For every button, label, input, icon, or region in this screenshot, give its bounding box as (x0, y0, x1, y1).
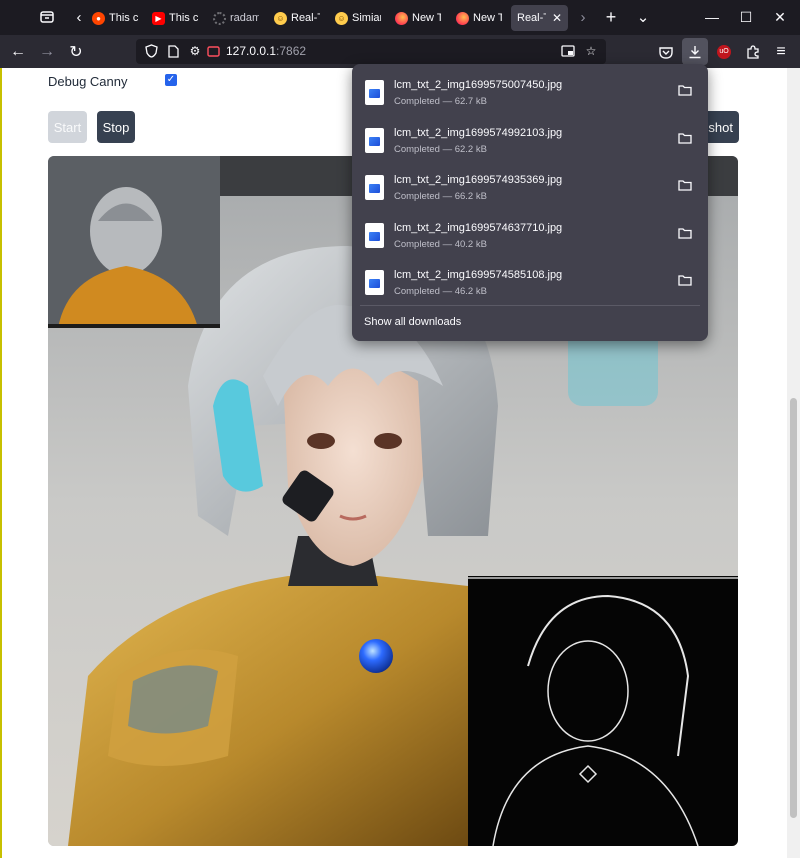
download-item[interactable]: lcm_txt_2_img1699574585108.jpg Completed… (352, 261, 708, 308)
minimize-icon[interactable]: — (700, 6, 724, 28)
picture-in-picture-icon[interactable] (560, 43, 576, 59)
download-filename: lcm_txt_2_img1699574585108.jpg (394, 269, 563, 281)
page-scrollbar[interactable] (787, 68, 800, 858)
scroll-tabs-right-icon[interactable]: › (572, 6, 594, 28)
stop-button[interactable]: Stop (97, 111, 135, 143)
tab-bar: ‹ ● This c ▶ This c radam ☺ Real-T ☺ Sim… (0, 0, 800, 35)
download-filename: lcm_txt_2_img1699574992103.jpg (394, 127, 563, 139)
new-tab-icon[interactable]: + (600, 6, 622, 28)
firefox-view-icon[interactable] (36, 6, 58, 28)
download-filename: lcm_txt_2_img1699574935369.jpg (394, 174, 563, 186)
permissions-icon[interactable]: ⚙ (187, 43, 203, 59)
firefox-icon (395, 11, 408, 25)
download-status: Completed — 40.2 kB (394, 239, 487, 250)
tab-simian[interactable]: ☺ Simian (335, 5, 381, 31)
close-window-icon[interactable]: ✕ (768, 6, 792, 28)
tab-label: This c (169, 12, 198, 24)
image-file-icon (365, 80, 384, 105)
tab-label: New T (473, 12, 502, 24)
download-item[interactable]: lcm_txt_2_img1699574992103.jpg Completed… (352, 119, 708, 166)
open-folder-icon[interactable] (678, 131, 694, 147)
reddit-icon: ● (92, 11, 105, 25)
ublock-origin-icon[interactable]: uO (712, 40, 736, 64)
close-tab-icon[interactable]: ✕ (552, 11, 562, 25)
tab-label: Real-Ti (517, 12, 546, 24)
open-folder-icon[interactable] (678, 273, 694, 289)
download-filename: lcm_txt_2_img1699575007450.jpg (394, 79, 563, 91)
tracking-shield-icon[interactable] (143, 43, 159, 59)
reload-icon[interactable]: ↻ (64, 40, 88, 64)
bookmark-star-icon[interactable]: ☆ (583, 43, 599, 59)
tab-label: This c (109, 12, 138, 24)
window-edge (0, 68, 2, 858)
download-filename: lcm_txt_2_img1699574637710.jpg (394, 222, 563, 234)
url-text[interactable]: 127.0.0.1:7862 (226, 44, 306, 58)
downloads-panel: lcm_txt_2_img1699575007450.jpg Completed… (352, 64, 708, 341)
open-folder-icon[interactable] (678, 83, 694, 99)
tab-real-time-active[interactable]: Real-Ti ✕ (511, 5, 568, 31)
download-status: Completed — 66.2 kB (394, 191, 487, 202)
scroll-thumb[interactable] (790, 398, 797, 818)
forward-icon[interactable]: → (35, 40, 59, 64)
github-icon (213, 11, 226, 25)
tab-youtube[interactable]: ▶ This c (152, 5, 198, 31)
downloads-icon[interactable] (682, 38, 708, 65)
list-all-tabs-icon[interactable]: ⌄ (632, 6, 654, 28)
tab-label: radam (230, 12, 259, 24)
tab-reddit[interactable]: ● This c (92, 5, 138, 31)
app-menu-icon[interactable]: ≡ (769, 40, 793, 64)
tab-new-tab-2[interactable]: New T (456, 5, 502, 31)
firefox-icon (456, 11, 469, 25)
pocket-icon[interactable] (654, 40, 678, 64)
show-all-downloads-link[interactable]: Show all downloads (364, 316, 461, 328)
open-folder-icon[interactable] (678, 226, 694, 242)
download-item[interactable]: lcm_txt_2_img1699574935369.jpg Completed… (352, 166, 708, 213)
tab-real-time-1[interactable]: ☺ Real-T (274, 5, 320, 31)
image-file-icon (365, 128, 384, 153)
debug-canny-label: Debug Canny (48, 74, 128, 89)
download-status: Completed — 46.2 kB (394, 286, 487, 297)
scroll-tabs-left-icon[interactable]: ‹ (68, 6, 90, 28)
tab-new-tab-1[interactable]: New T (395, 5, 441, 31)
address-bar[interactable]: ⚙ 127.0.0.1:7862 ☆ (136, 39, 606, 64)
tab-github[interactable]: radam (213, 5, 259, 31)
download-item[interactable]: lcm_txt_2_img1699575007450.jpg Completed… (352, 71, 708, 118)
extensions-icon[interactable] (741, 40, 765, 64)
download-item[interactable]: lcm_txt_2_img1699574637710.jpg Completed… (352, 214, 708, 261)
url-host: 127.0.0.1 (226, 44, 277, 58)
download-status: Completed — 62.7 kB (394, 96, 487, 107)
youtube-icon: ▶ (152, 11, 165, 25)
tab-label: New T (412, 12, 441, 24)
tab-label: Real-T (291, 12, 320, 24)
huggingface-icon: ☺ (274, 11, 287, 25)
panel-divider (360, 305, 700, 306)
page-info-icon[interactable] (165, 43, 181, 59)
url-port: :7862 (276, 44, 307, 58)
maximize-icon[interactable]: ☐ (734, 6, 758, 28)
open-folder-icon[interactable] (678, 178, 694, 194)
camera-sharing-icon[interactable] (205, 43, 221, 59)
download-status: Completed — 62.2 kB (394, 144, 487, 155)
image-file-icon (365, 175, 384, 200)
debug-canny-checkbox[interactable]: ✓ (165, 74, 177, 86)
image-file-icon (365, 270, 384, 295)
back-icon[interactable]: ← (6, 40, 30, 64)
start-button[interactable]: Start (48, 111, 87, 143)
image-file-icon (365, 223, 384, 248)
huggingface-icon: ☺ (335, 11, 348, 25)
tab-label: Simian (352, 12, 381, 24)
